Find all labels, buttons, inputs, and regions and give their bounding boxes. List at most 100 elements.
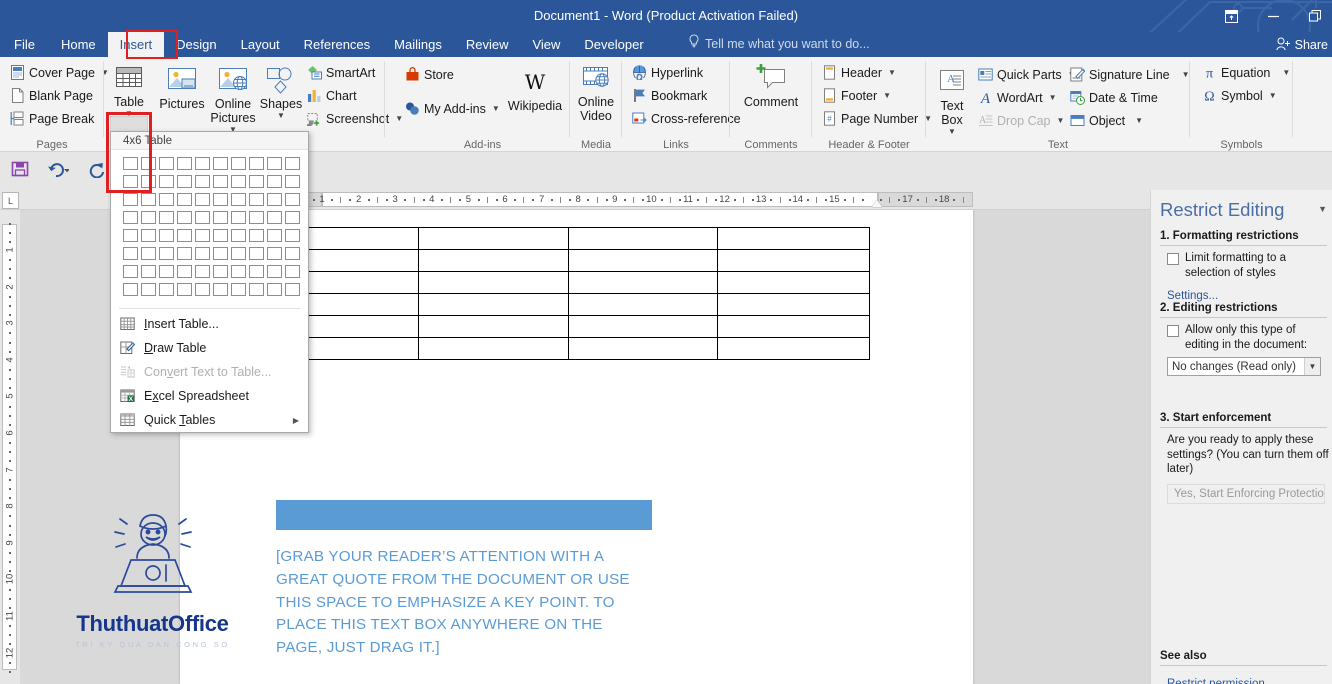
table-grid-cell[interactable] [141,283,156,296]
chevron-down-icon[interactable]: ▼ [277,111,285,120]
settings-link[interactable]: Settings... [1167,290,1218,302]
page-break-button[interactable]: Page Break [6,107,112,130]
wikipedia-button[interactable]: W Wikipedia [505,61,565,113]
object-button[interactable]: Object ▼ [1066,109,1190,132]
table-grid-cell[interactable] [231,193,246,206]
table-grid-cell[interactable] [267,157,282,170]
table-grid-cell[interactable] [213,175,228,188]
screenshot-button[interactable]: Screenshot ▼ [303,107,403,130]
quick-parts-button[interactable]: Quick Parts ▼ [974,63,1076,86]
table-grid-cell[interactable] [141,229,156,242]
page-number-button[interactable]: # Page Number ▼ [818,107,935,130]
table-cell[interactable] [567,249,719,272]
table-cell[interactable] [567,271,719,294]
equation-button[interactable]: π Equation ▼ [1198,61,1293,84]
table-grid-cell[interactable] [159,283,174,296]
table-grid-cell[interactable] [159,265,174,278]
table-grid-cell[interactable] [177,265,192,278]
table-grid-cell[interactable] [231,283,246,296]
table-cell[interactable] [717,271,870,294]
undo-icon[interactable] [46,157,70,181]
draw-table-menu-item[interactable]: Draw Table [111,336,308,360]
tab-developer[interactable]: Developer [572,32,655,57]
table-cell[interactable] [567,293,719,316]
table-grid-cell[interactable] [159,193,174,206]
table-grid-cell[interactable] [267,211,282,224]
restrict-permission-link[interactable]: Restrict permission... [1167,678,1274,684]
start-enforcing-protection-button[interactable]: Yes, Start Enforcing Protection [1167,483,1325,504]
table-grid-cell[interactable] [231,175,246,188]
table-grid-cell[interactable] [141,175,156,188]
table-grid-cell[interactable] [249,265,264,278]
table-cell[interactable] [417,337,569,360]
table-grid-cell[interactable] [177,247,192,260]
hyperlink-button[interactable]: Hyperlink [628,61,744,84]
table-grid-cell[interactable] [141,193,156,206]
table-grid-cell[interactable] [249,157,264,170]
wordart-button[interactable]: A WordArt ▼ [974,86,1066,109]
table-grid-cell[interactable] [123,265,138,278]
table-grid-cell[interactable] [123,283,138,296]
table-grid-cell[interactable] [285,193,300,206]
table-grid-cell[interactable] [159,157,174,170]
minimize-icon[interactable] [1262,5,1284,27]
tab-stop-selector[interactable]: L [2,192,19,209]
quick-tables-menu-item[interactable]: Quick Tables ▶ [111,408,308,432]
table-grid-cell[interactable] [213,229,228,242]
insert-table-menu-item[interactable]: Insert Table... [111,312,308,336]
ribbon-display-options-icon[interactable] [1220,5,1242,27]
table-grid-cell[interactable] [141,211,156,224]
table-grid-cell[interactable] [159,229,174,242]
table-grid-cell[interactable] [285,157,300,170]
tab-layout[interactable]: Layout [229,32,292,57]
table-grid-cell[interactable] [249,247,264,260]
table-grid-cell[interactable] [195,157,210,170]
table-grid-cell[interactable] [141,157,156,170]
table-grid-cell[interactable] [249,193,264,206]
cover-page-button[interactable]: Cover Page ▼ [6,61,112,84]
chevron-down-icon[interactable]: ▼ [1304,358,1320,375]
table-grid-cell[interactable] [177,283,192,296]
signature-line-button[interactable]: Signature Line ▼ [1066,63,1190,86]
table-grid-cell[interactable] [249,283,264,296]
table-cell[interactable] [717,227,870,250]
table-grid-cell[interactable] [285,283,300,296]
tab-review[interactable]: Review [454,32,521,57]
excel-spreadsheet-menu-item[interactable]: X Excel Spreadsheet [111,384,308,408]
table-cell[interactable] [567,337,719,360]
table-grid-cell[interactable] [285,265,300,278]
tell-me-search[interactable]: Tell me what you want to do... [688,32,870,57]
limit-formatting-checkbox[interactable] [1167,253,1179,265]
table-grid-cell[interactable] [285,247,300,260]
smartart-button[interactable]: SmartArt [303,61,387,84]
tab-file[interactable]: File [0,32,49,57]
document-table[interactable] [292,227,870,360]
footer-button[interactable]: Footer ▼ [818,84,935,107]
table-button[interactable]: Table ▼ [110,57,148,118]
table-grid-cell[interactable] [177,175,192,188]
table-grid-cell[interactable] [267,265,282,278]
table-cell[interactable] [292,315,419,338]
table-grid-cell[interactable] [213,211,228,224]
table-grid-cell[interactable] [213,193,228,206]
share-button[interactable]: Share [1275,34,1328,56]
table-size-grid[interactable] [123,156,308,300]
table-grid-cell[interactable] [159,175,174,188]
table-grid-cell[interactable] [177,211,192,224]
table-cell[interactable] [417,271,569,294]
table-grid-cell[interactable] [177,157,192,170]
table-cell[interactable] [567,227,719,250]
tab-insert[interactable]: Insert [107,32,165,57]
tab-references[interactable]: References [292,32,382,57]
table-cell[interactable] [292,337,419,360]
text-box-button[interactable]: A Text Box ▼ [930,61,974,136]
table-cell[interactable] [417,293,569,316]
redo-icon[interactable] [84,157,108,181]
table-grid-cell[interactable] [123,157,138,170]
table-cell[interactable] [567,315,719,338]
table-cell[interactable] [417,315,569,338]
table-cell[interactable] [717,315,870,338]
chart-button[interactable]: Chart [303,84,387,107]
quote-text-box[interactable]: [GRAB YOUR READER’S ATTENTION WITH A GRE… [276,500,652,660]
table-grid-cell[interactable] [231,157,246,170]
